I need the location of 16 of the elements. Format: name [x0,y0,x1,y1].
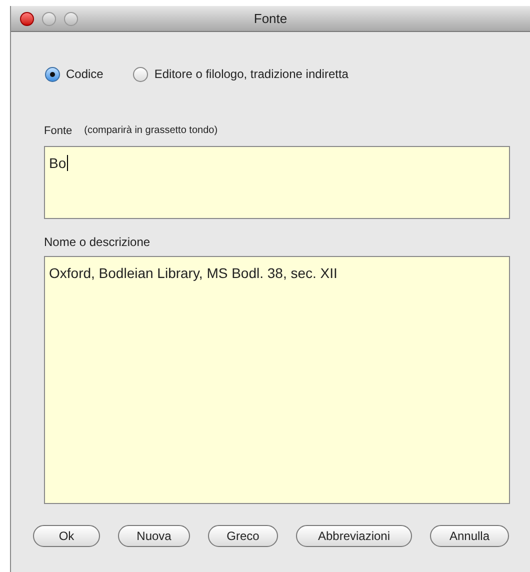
dialog-button[interactable]: Abbreviazioni [296,524,412,546]
input-field[interactable]: Bo [44,146,510,218]
minimize-icon[interactable] [42,12,56,26]
close-icon[interactable] [20,12,34,26]
field-hint: (comparirà in grassetto tondo) [84,124,218,138]
window-title: Fonte [254,10,288,28]
radio-option[interactable]: Codice [45,65,104,83]
dialog-button[interactable]: Annulla [430,524,509,546]
dialog-button[interactable]: Greco [208,524,278,546]
zoom-icon[interactable] [64,12,78,26]
radio-option[interactable]: Editore o filologo, tradizione indiretta [133,65,348,83]
text-area[interactable]: Oxford, Bodleian Library, MS Bodl. 38, sec. XII [44,256,510,504]
dialog-button[interactable]: Ok [33,524,100,546]
field-label: Nome o descrizione [44,234,152,250]
field-label: Fonte [44,124,72,139]
dialog-button[interactable]: Nuova [118,524,190,546]
